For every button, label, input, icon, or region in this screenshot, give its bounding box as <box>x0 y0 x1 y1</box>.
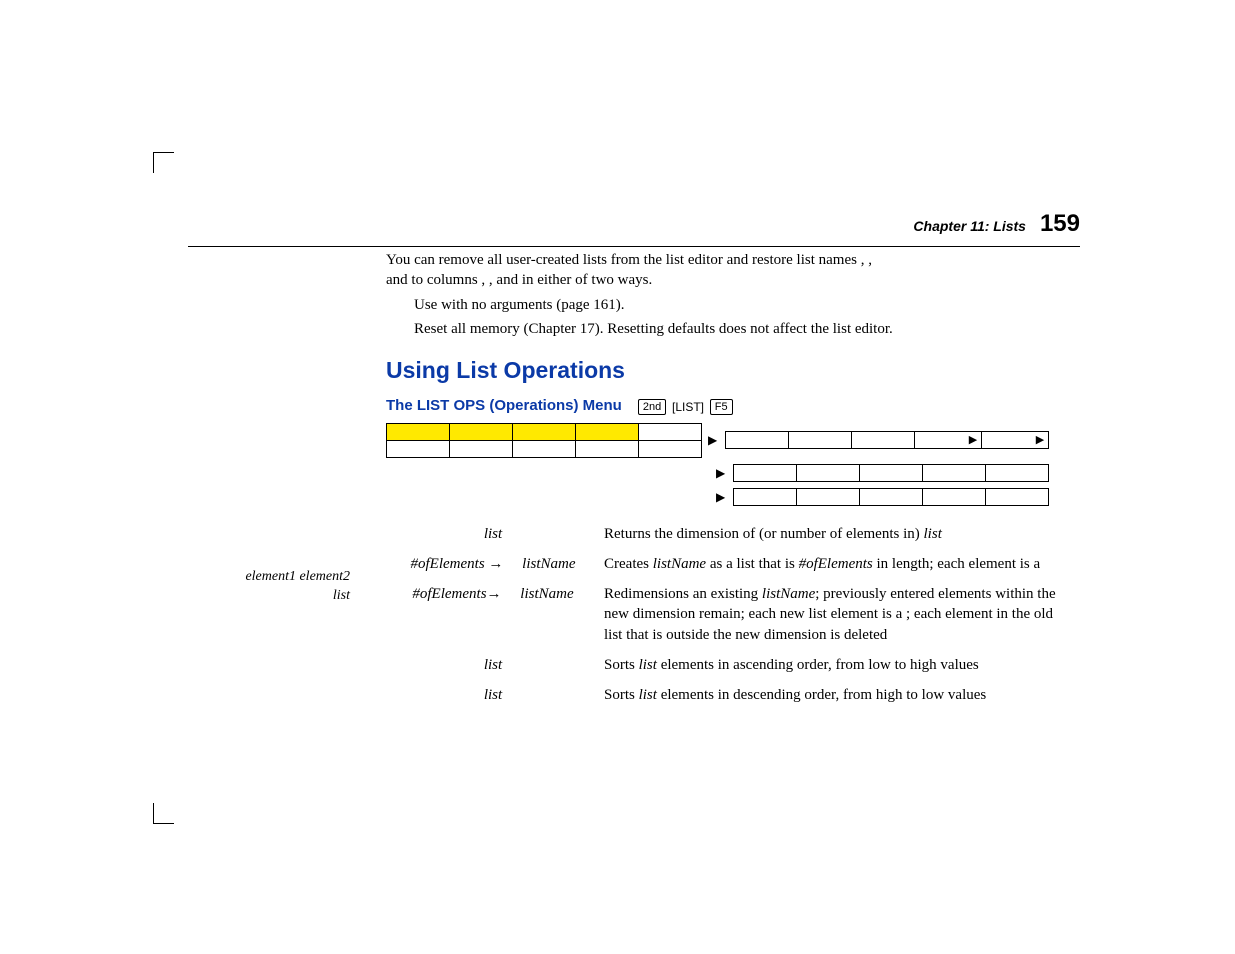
menu-row-2: ▶ <box>710 464 1080 482</box>
margin-note: element1 element2 list <box>200 568 350 606</box>
intro-text: and <box>386 272 411 288</box>
intro-paragraph: You can remove all user-created lists fr… <box>386 250 1080 291</box>
section-heading: Using List Operations <box>386 355 1080 386</box>
syntax-arg: listName <box>520 586 573 602</box>
syntax-arg: #ofElements <box>412 586 486 602</box>
syntax-arg: listName <box>522 556 575 572</box>
desc-text: Sorts <box>604 657 639 673</box>
syntax-arg: list <box>484 526 502 542</box>
subheading: The LIST OPS (Operations) Menu <box>386 396 622 416</box>
key-2nd: 2nd <box>638 399 666 415</box>
menu-arrow-icon: ▶ <box>708 432 717 448</box>
operations-table: list Returns the dimension of (or number… <box>386 518 1080 712</box>
intro-bullet-1: Use with no arguments (page 161). <box>414 295 1080 315</box>
intro-text: to columns <box>411 272 481 288</box>
subheading-row: The LIST OPS (Operations) Menu 2nd [LIST… <box>386 396 1080 417</box>
menu-arrow-icon: ▶ <box>716 465 725 481</box>
intro-text: You can remove all user-created lists fr… <box>386 252 861 268</box>
desc-arg: list <box>639 657 657 673</box>
menu-row-3: ▶ <box>710 488 1080 506</box>
key-list-label: [LIST] <box>672 400 704 414</box>
table-row: list Returns the dimension of (or number… <box>388 520 1078 548</box>
desc-text: Creates <box>604 556 653 572</box>
intro-text: , <box>481 272 489 288</box>
desc-text: elements in ascending order, from low to… <box>657 657 979 673</box>
crop-mark-bottom-left <box>153 803 174 824</box>
desc-text: as a list that is <box>706 556 799 572</box>
syntax-arg: list <box>484 687 502 703</box>
page: Chapter 11: Lists 159 element1 element2 … <box>0 0 1235 954</box>
key-f5: F5 <box>710 399 733 415</box>
menu-grid-area: ▶ ▶▶ ▶ ▶ <box>386 423 1080 506</box>
desc-arg: #ofElements <box>799 556 873 572</box>
crop-mark-top-left <box>153 152 174 173</box>
desc-arg: list <box>924 526 942 542</box>
chapter-label: Chapter 11: Lists <box>913 217 1026 236</box>
margin-note-line2: list <box>200 587 350 606</box>
intro-text: , <box>868 252 872 268</box>
menu-strip-1: ▶▶ <box>725 431 1049 449</box>
table-row: list Sorts list elements in descending o… <box>388 681 1078 709</box>
menu-row-1: ▶ ▶▶ <box>386 423 1080 458</box>
desc-text: elements in descending order, from high … <box>657 687 986 703</box>
bullet-text: Use <box>414 297 441 313</box>
bullet-text: with no arguments (page 161). <box>441 297 624 313</box>
intro-text: in either of two ways. <box>522 272 652 288</box>
menu-arrow-icon: ▶ <box>716 489 725 505</box>
menu-strip-2 <box>733 464 1049 482</box>
desc-arg: list <box>639 687 657 703</box>
desc-text: Returns the dimension of (or number of e… <box>604 526 924 542</box>
arrow-icon: → <box>485 556 508 572</box>
desc-arg: listName <box>653 556 706 572</box>
margin-note-line1: element1 element2 <box>200 568 350 587</box>
table-row: list Sorts list elements in ascending or… <box>388 651 1078 679</box>
table-row: #ofElements→ listName Redimensions an ex… <box>388 580 1078 649</box>
desc-text: Sorts <box>604 687 639 703</box>
key-list-text: LIST <box>675 400 700 414</box>
menu-tabs-yellow <box>386 423 702 458</box>
desc-arg: listName <box>762 586 815 602</box>
syntax-arg: list <box>484 657 502 673</box>
syntax-arg: #ofElements <box>411 556 485 572</box>
content-area: You can remove all user-created lists fr… <box>386 250 1080 711</box>
desc-text: Redimensions an existing <box>604 586 762 602</box>
intro-bullet-2: Reset all memory (Chapter 17). Resetting… <box>414 319 1080 339</box>
menu-strip-3 <box>733 488 1049 506</box>
table-row: #ofElements → listName Creates listName … <box>388 550 1078 578</box>
page-number: 159 <box>1040 208 1080 240</box>
desc-text: in length; each element is a <box>873 556 1040 572</box>
arrow-icon: → <box>487 586 506 602</box>
running-header: Chapter 11: Lists 159 <box>188 208 1080 247</box>
intro-text: , and <box>489 272 522 288</box>
